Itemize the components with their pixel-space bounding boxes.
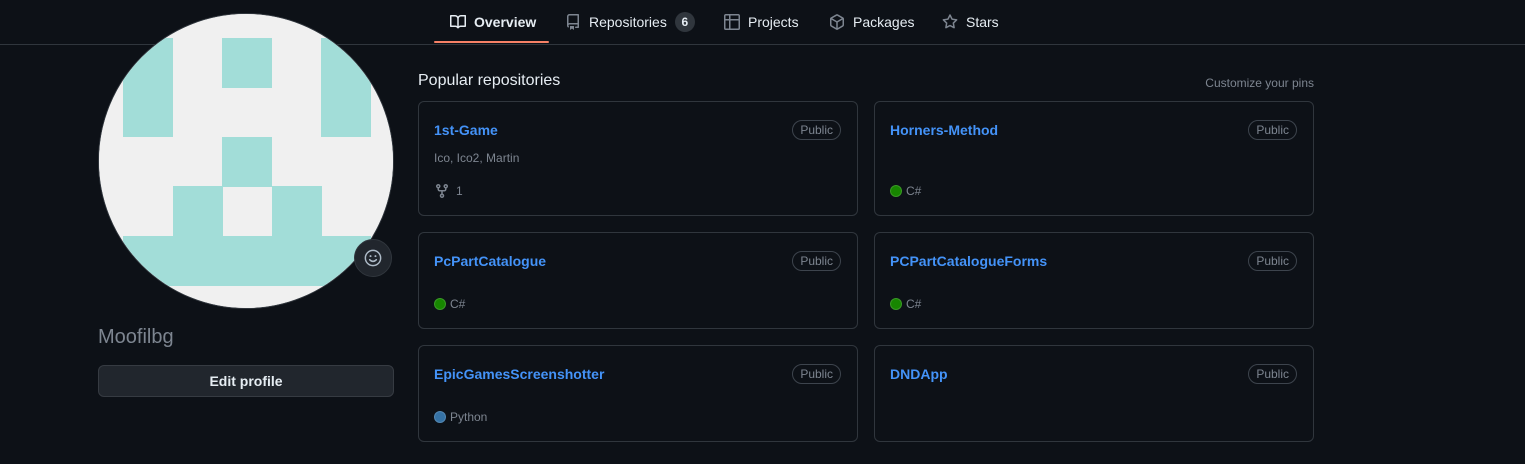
repo-link[interactable]: PcPartCatalogue — [434, 253, 546, 269]
visibility-badge: Public — [1248, 364, 1297, 384]
visibility-badge: Public — [792, 120, 841, 140]
language-color-dot — [890, 298, 902, 310]
table-icon — [724, 14, 740, 30]
tab-projects[interactable]: Projects — [724, 0, 799, 44]
avatar[interactable] — [98, 13, 394, 309]
pinned-repo-card: Horners-Method Public C# — [874, 101, 1314, 216]
forks-link[interactable]: 1 — [434, 183, 463, 199]
language-label: C# — [906, 184, 922, 198]
language-label: C# — [906, 297, 922, 311]
pinned-repo-card: EpicGamesScreenshotter Public Python — [418, 345, 858, 442]
smiley-icon — [364, 249, 382, 267]
tab-label: Stars — [966, 14, 999, 30]
tab-packages[interactable]: Packages — [829, 0, 914, 44]
tab-stars[interactable]: Stars — [942, 0, 999, 44]
set-status-button[interactable] — [354, 239, 392, 277]
tab-label: Overview — [474, 14, 537, 30]
visibility-badge: Public — [1248, 120, 1297, 140]
repo-link[interactable]: Horners-Method — [890, 122, 998, 138]
book-icon — [450, 14, 466, 30]
repo-language: Python — [434, 410, 487, 424]
edit-profile-button[interactable]: Edit profile — [98, 365, 394, 397]
pinned-repo-card: 1st-Game Public Ico, Ico2, Martin 1 — [418, 101, 858, 216]
popular-repositories-heading: Popular repositories — [418, 72, 561, 89]
repo-link[interactable]: 1st-Game — [434, 122, 498, 138]
visibility-badge: Public — [792, 251, 841, 271]
pinned-repo-card: PcPartCatalogue Public C# — [418, 232, 858, 329]
tab-label: Projects — [748, 14, 799, 30]
pinned-repo-card: DNDApp Public — [874, 345, 1314, 442]
repo-count-badge: 6 — [674, 12, 695, 32]
language-label: Python — [450, 410, 488, 424]
repo-link[interactable]: DNDApp — [890, 366, 948, 382]
repo-forked-icon — [434, 183, 450, 199]
pinned-repo-card: PCPartCatalogueForms Public C# — [874, 232, 1314, 329]
package-icon — [829, 14, 845, 30]
tab-repositories[interactable]: Repositories 6 — [565, 0, 695, 44]
visibility-badge: Public — [1248, 251, 1297, 271]
language-color-dot — [890, 185, 902, 197]
selected-tab-indicator — [434, 41, 549, 43]
repo-icon — [565, 14, 581, 30]
language-color-dot — [434, 411, 446, 423]
star-icon — [942, 14, 958, 30]
profile-username: Moofilbg — [98, 326, 174, 348]
repo-language: C# — [434, 297, 465, 311]
repo-description: Ico, Ico2, Martin — [434, 151, 520, 165]
customize-pins-link[interactable]: Customize your pins — [1205, 76, 1314, 90]
tab-label: Repositories — [589, 14, 667, 30]
repo-link[interactable]: PCPartCatalogueForms — [890, 253, 1047, 269]
repo-language: C# — [890, 184, 921, 198]
repo-language: C# — [890, 297, 921, 311]
visibility-badge: Public — [792, 364, 841, 384]
repo-link[interactable]: EpicGamesScreenshotter — [434, 366, 604, 382]
tab-overview[interactable]: Overview — [450, 0, 536, 44]
language-label: C# — [450, 297, 466, 311]
tab-label: Packages — [853, 14, 915, 30]
language-color-dot — [434, 298, 446, 310]
identicon-image — [99, 14, 393, 308]
fork-count: 1 — [456, 184, 463, 198]
